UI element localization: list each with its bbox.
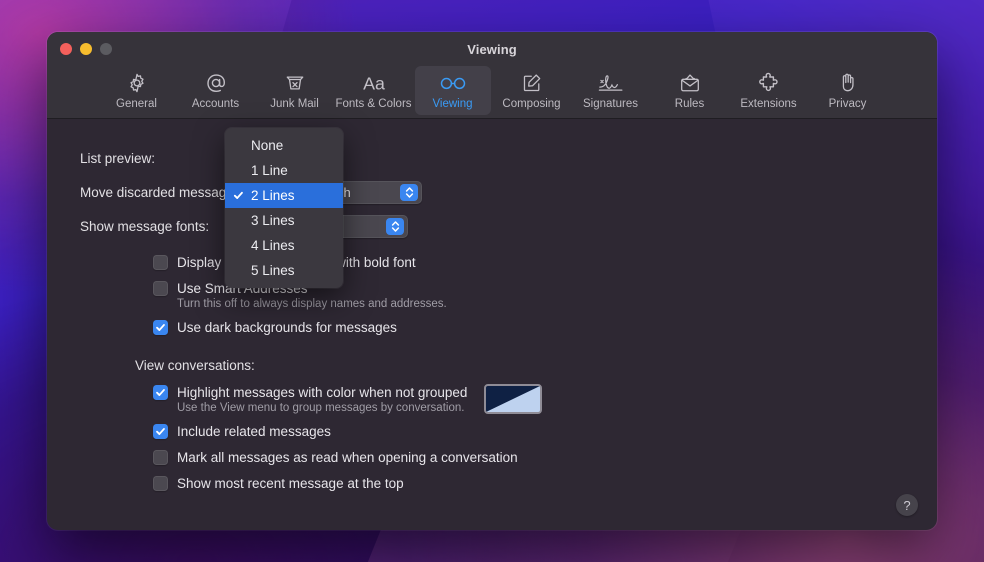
checkbox-row-include-related[interactable]: Include related messages [47, 418, 937, 444]
chevron-updown-icon [400, 184, 418, 201]
checkbox-highlight-messages[interactable] [153, 385, 168, 400]
checkbox-bold-unread[interactable] [153, 255, 168, 270]
toolbar-item-label: Junk Mail [270, 98, 319, 110]
aa-text-icon: Aa [359, 70, 389, 96]
checkbox-mark-all-read[interactable] [153, 450, 168, 465]
toolbar-item-label: Signatures [583, 98, 638, 110]
menu-item-label: 4 Lines [251, 238, 295, 253]
toolbar-item-signatures[interactable]: Signatures [573, 66, 649, 115]
checkbox-label: Use dark backgrounds for messages [177, 320, 397, 335]
toolbar-item-extensions[interactable]: Extensions [731, 66, 807, 115]
toolbar-item-accounts[interactable]: Accounts [178, 66, 254, 115]
gear-icon [126, 70, 148, 96]
menu-item-none[interactable]: None [225, 133, 343, 158]
checkbox-row-bold-unread[interactable]: Display unread messages with bold font [47, 249, 937, 275]
move-discarded-row: Move discarded messages into: Trash [47, 175, 937, 209]
menu-item-label: 2 Lines [251, 188, 295, 203]
toolbar-item-label: Privacy [829, 98, 867, 110]
svg-text:Aa: Aa [363, 74, 385, 94]
checkbox-dark-backgrounds[interactable] [153, 320, 168, 335]
highlight-messages-row: Highlight messages with color when not g… [47, 379, 937, 418]
signature-icon [597, 70, 625, 96]
rules-envelope-icon [678, 70, 702, 96]
menu-item-label: 3 Lines [251, 213, 295, 228]
list-preview-row: List preview: 2 Lines [47, 141, 937, 175]
toolbar-item-junk-mail[interactable]: Junk Mail [257, 66, 333, 115]
highlight-messages-hint: Use the View menu to group messages by c… [47, 402, 467, 414]
menu-item-label: 1 Line [251, 163, 288, 178]
view-conversations-heading: View conversations: [47, 358, 937, 373]
checkbox-label: Include related messages [177, 424, 331, 439]
toolbar-item-composing[interactable]: Composing [494, 66, 570, 115]
list-preview-label: List preview: [80, 151, 242, 166]
checkbox-include-related[interactable] [153, 424, 168, 439]
smart-addresses-hint: Turn this off to always display names an… [47, 298, 937, 310]
show-message-fonts-row: Show message fonts: Default [47, 209, 937, 243]
window-title: Viewing [47, 42, 937, 57]
toolbar-item-label: Rules [675, 98, 704, 110]
toolbar-item-label: Composing [502, 98, 560, 110]
menu-item-label: None [251, 138, 283, 153]
toolbar-item-rules[interactable]: Rules [652, 66, 728, 115]
checkbox-row-dark-backgrounds[interactable]: Use dark backgrounds for messages [47, 314, 937, 340]
checkbox-smart-addresses[interactable] [153, 281, 168, 296]
menu-item-2-lines[interactable]: 2 Lines [225, 183, 343, 208]
checkmark-icon [233, 258, 244, 283]
at-sign-icon [204, 70, 228, 96]
menu-item-1-line[interactable]: 1 Line [225, 158, 343, 183]
menu-item-5-lines[interactable]: 5 Lines [225, 258, 343, 283]
junk-trash-icon [284, 70, 306, 96]
toolbar-item-label: Fonts & Colors [335, 98, 411, 110]
compose-pencil-icon [521, 70, 543, 96]
toolbar-item-fonts-colors[interactable]: Aa Fonts & Colors [336, 66, 412, 115]
list-preview-dropdown-menu[interactable]: None 1 Line 2 Lines 3 L [225, 128, 343, 288]
mail-preferences-window: Viewing General Accounts [47, 32, 937, 530]
checkbox-row-mark-all-read[interactable]: Mark all messages as read when opening a… [47, 444, 937, 470]
checkbox-label: Mark all messages as read when opening a… [177, 450, 518, 465]
toolbar-item-label: Viewing [432, 98, 472, 110]
checkbox-label: Highlight messages with color when not g… [177, 385, 467, 400]
hand-icon [837, 70, 859, 96]
checkmark-icon [233, 158, 244, 183]
menu-item-label: 5 Lines [251, 263, 295, 278]
conversation-color-swatch[interactable] [484, 384, 542, 414]
chevron-updown-icon [386, 218, 404, 235]
toolbar-item-general[interactable]: General [99, 66, 175, 115]
toolbar-item-label: General [116, 98, 157, 110]
checkbox-label: Show most recent message at the top [177, 476, 404, 491]
toolbar-item-label: Extensions [740, 98, 796, 110]
viewing-preferences-pane: List preview: 2 Lines Move discarded mes… [47, 119, 937, 530]
window-titlebar: Viewing [47, 32, 937, 66]
toolbar-item-label: Accounts [192, 98, 239, 110]
puzzle-piece-icon [757, 70, 781, 96]
menu-item-3-lines[interactable]: 3 Lines [225, 208, 343, 233]
checkmark-icon [233, 233, 244, 258]
toolbar-item-viewing[interactable]: Viewing [415, 66, 491, 115]
menu-item-4-lines[interactable]: 4 Lines [225, 233, 343, 258]
help-button[interactable]: ? [896, 494, 918, 516]
checkmark-icon [233, 133, 244, 158]
checkmark-icon [233, 183, 244, 208]
checkbox-row-most-recent-top[interactable]: Show most recent message at the top [47, 470, 937, 496]
checkmark-icon [233, 208, 244, 233]
preferences-toolbar: General Accounts Junk Mail [47, 66, 937, 119]
glasses-icon [439, 70, 467, 96]
checkbox-most-recent-top[interactable] [153, 476, 168, 491]
toolbar-item-privacy[interactable]: Privacy [810, 66, 886, 115]
